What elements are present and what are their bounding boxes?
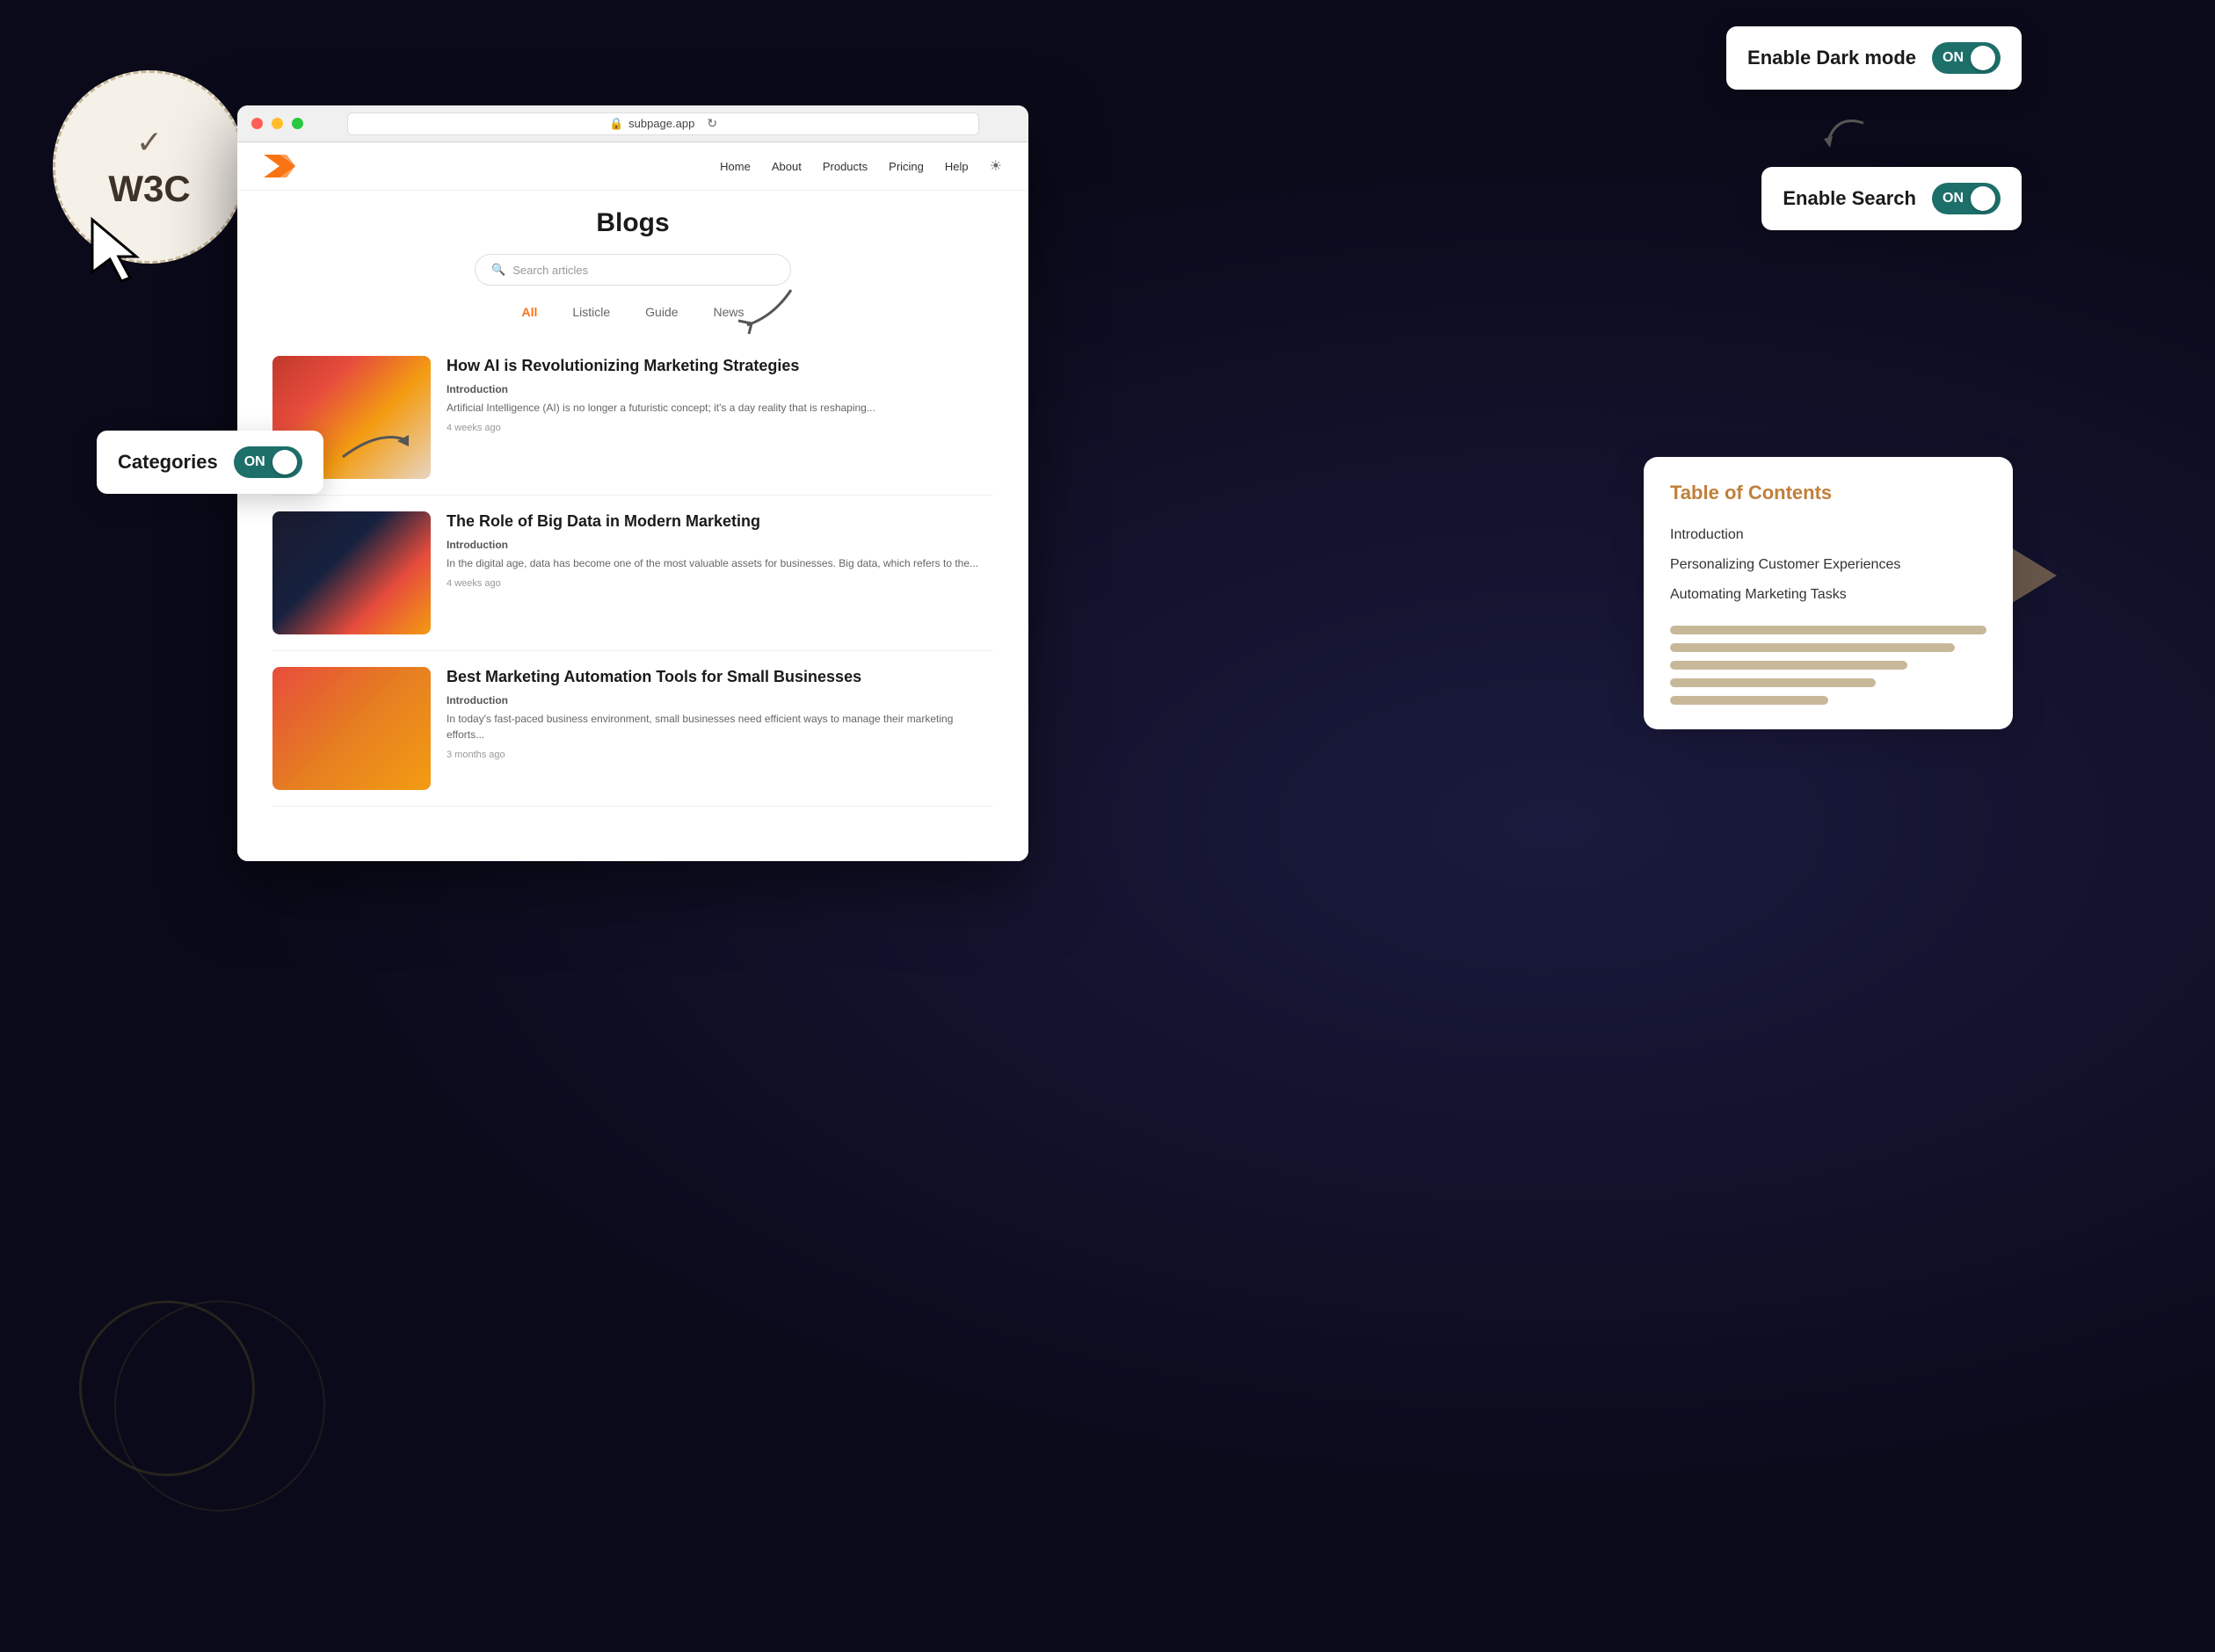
article-list: How AI is Revolutionizing Marketing Stra… (272, 340, 993, 807)
w3c-label: W3C (108, 168, 190, 210)
arrow-to-search-icon (721, 272, 800, 343)
category-tabs: All Listicle Guide News (272, 301, 993, 322)
browser-dot-red[interactable] (251, 118, 263, 129)
article-thumbnail-2 (272, 511, 431, 634)
article-date-3: 3 months ago (447, 750, 993, 760)
toc-item-1[interactable]: Introduction (1670, 520, 1986, 550)
nav-help[interactable]: Help (945, 160, 969, 173)
cursor-icon (79, 211, 149, 290)
site-nav: Home About Products Pricing Help ☀ (237, 142, 1028, 191)
tools-thumb-image (272, 667, 431, 790)
browser-dot-yellow[interactable] (272, 118, 283, 129)
article-section-1: Introduction (447, 383, 993, 395)
article-content-3: Best Marketing Automation Tools for Smal… (447, 667, 993, 790)
article-section-3: Introduction (447, 694, 993, 706)
logo-icon (264, 155, 295, 178)
article-title-2: The Role of Big Data in Modern Marketing (447, 511, 993, 532)
toc-bar-5 (1670, 696, 1828, 705)
sun-icon[interactable]: ☀ (990, 157, 1002, 175)
article-date-2: 4 weeks ago (447, 578, 993, 589)
arrow-to-sun-icon (1811, 105, 1881, 176)
toc-title: Table of Contents (1670, 482, 1986, 504)
article-content-2: The Role of Big Data in Modern Marketing… (447, 511, 993, 634)
page-title: Blogs (272, 208, 993, 238)
arrow-to-categories-icon (334, 413, 422, 466)
browser-window: 🔒 subpage.app ↻ Home About Products Pric… (237, 105, 1028, 861)
toc-item-3[interactable]: Automating Marketing Tasks (1670, 580, 1986, 610)
browser-dot-green[interactable] (292, 118, 303, 129)
toc-bar-2 (1670, 643, 1955, 652)
search-toggle[interactable]: ON (1932, 183, 2001, 214)
article-content-1: How AI is Revolutionizing Marketing Stra… (447, 356, 993, 479)
toggle-circle-dark (1971, 46, 1995, 70)
article-date-1: 4 weeks ago (447, 423, 993, 433)
tooltip-dark-mode: Enable Dark mode ON (1726, 26, 2022, 90)
toc-panel: Table of Contents Introduction Personali… (1644, 457, 2013, 729)
categories-label: Categories (118, 451, 218, 474)
dark-mode-toggle-state: ON (1943, 50, 1964, 66)
dark-mode-toggle[interactable]: ON (1932, 42, 2001, 74)
table-row[interactable]: Best Marketing Automation Tools for Smal… (272, 651, 993, 807)
url-text: subpage.app (628, 117, 694, 130)
w3c-check-icon: ✓ (136, 124, 163, 161)
deco-circle-2 (114, 1301, 325, 1511)
toc-bar-4 (1670, 678, 1876, 687)
tab-all[interactable]: All (514, 301, 544, 322)
categories-toggle[interactable]: ON (234, 446, 302, 478)
nav-pricing[interactable]: Pricing (889, 160, 924, 173)
nav-home[interactable]: Home (720, 160, 751, 173)
categories-toggle-state: ON (244, 454, 265, 470)
dark-mode-label: Enable Dark mode (1747, 47, 1916, 69)
data-thumb-image (272, 511, 431, 634)
nav-products[interactable]: Products (823, 160, 868, 173)
tooltip-search: Enable Search ON (1761, 167, 2022, 230)
search-toggle-state: ON (1943, 191, 1964, 206)
toggle-circle-search (1971, 186, 1995, 211)
tab-listicle[interactable]: Listicle (565, 301, 617, 322)
browser-urlbar[interactable]: 🔒 subpage.app ↻ (347, 112, 979, 135)
site-logo (264, 155, 295, 178)
article-excerpt-1: Artificial Intelligence (AI) is no longe… (447, 400, 993, 416)
article-title-1: How AI is Revolutionizing Marketing Stra… (447, 356, 993, 376)
article-excerpt-3: In today's fast-paced business environme… (447, 711, 993, 743)
site-nav-links: Home About Products Pricing Help ☀ (720, 157, 1002, 175)
tab-guide[interactable]: Guide (638, 301, 685, 322)
article-title-3: Best Marketing Automation Tools for Smal… (447, 667, 993, 687)
tooltip-categories: Categories ON (97, 431, 323, 494)
toc-item-2[interactable]: Personalizing Customer Experiences (1670, 550, 1986, 580)
search-placeholder-text: Search articles (512, 264, 588, 277)
toc-bar-3 (1670, 661, 1907, 670)
toggle-circle-categories (272, 450, 297, 475)
article-section-2: Introduction (447, 539, 993, 551)
blog-area: Blogs 🔍 Search articles All Listicle Gui… (237, 191, 1028, 824)
refresh-icon[interactable]: ↻ (707, 116, 717, 131)
article-excerpt-2: In the digital age, data has become one … (447, 555, 993, 571)
article-thumbnail-3 (272, 667, 431, 790)
search-toggle-label: Enable Search (1783, 187, 1916, 210)
search-icon: 🔍 (491, 263, 505, 277)
website-content: Home About Products Pricing Help ☀ Blogs… (237, 142, 1028, 861)
toc-progress-bars (1670, 626, 1986, 705)
browser-titlebar: 🔒 subpage.app ↻ (237, 105, 1028, 142)
nav-about[interactable]: About (772, 160, 802, 173)
toc-bar-1 (1670, 626, 1986, 634)
lock-icon: 🔒 (609, 117, 623, 131)
table-row[interactable]: The Role of Big Data in Modern Marketing… (272, 496, 993, 651)
